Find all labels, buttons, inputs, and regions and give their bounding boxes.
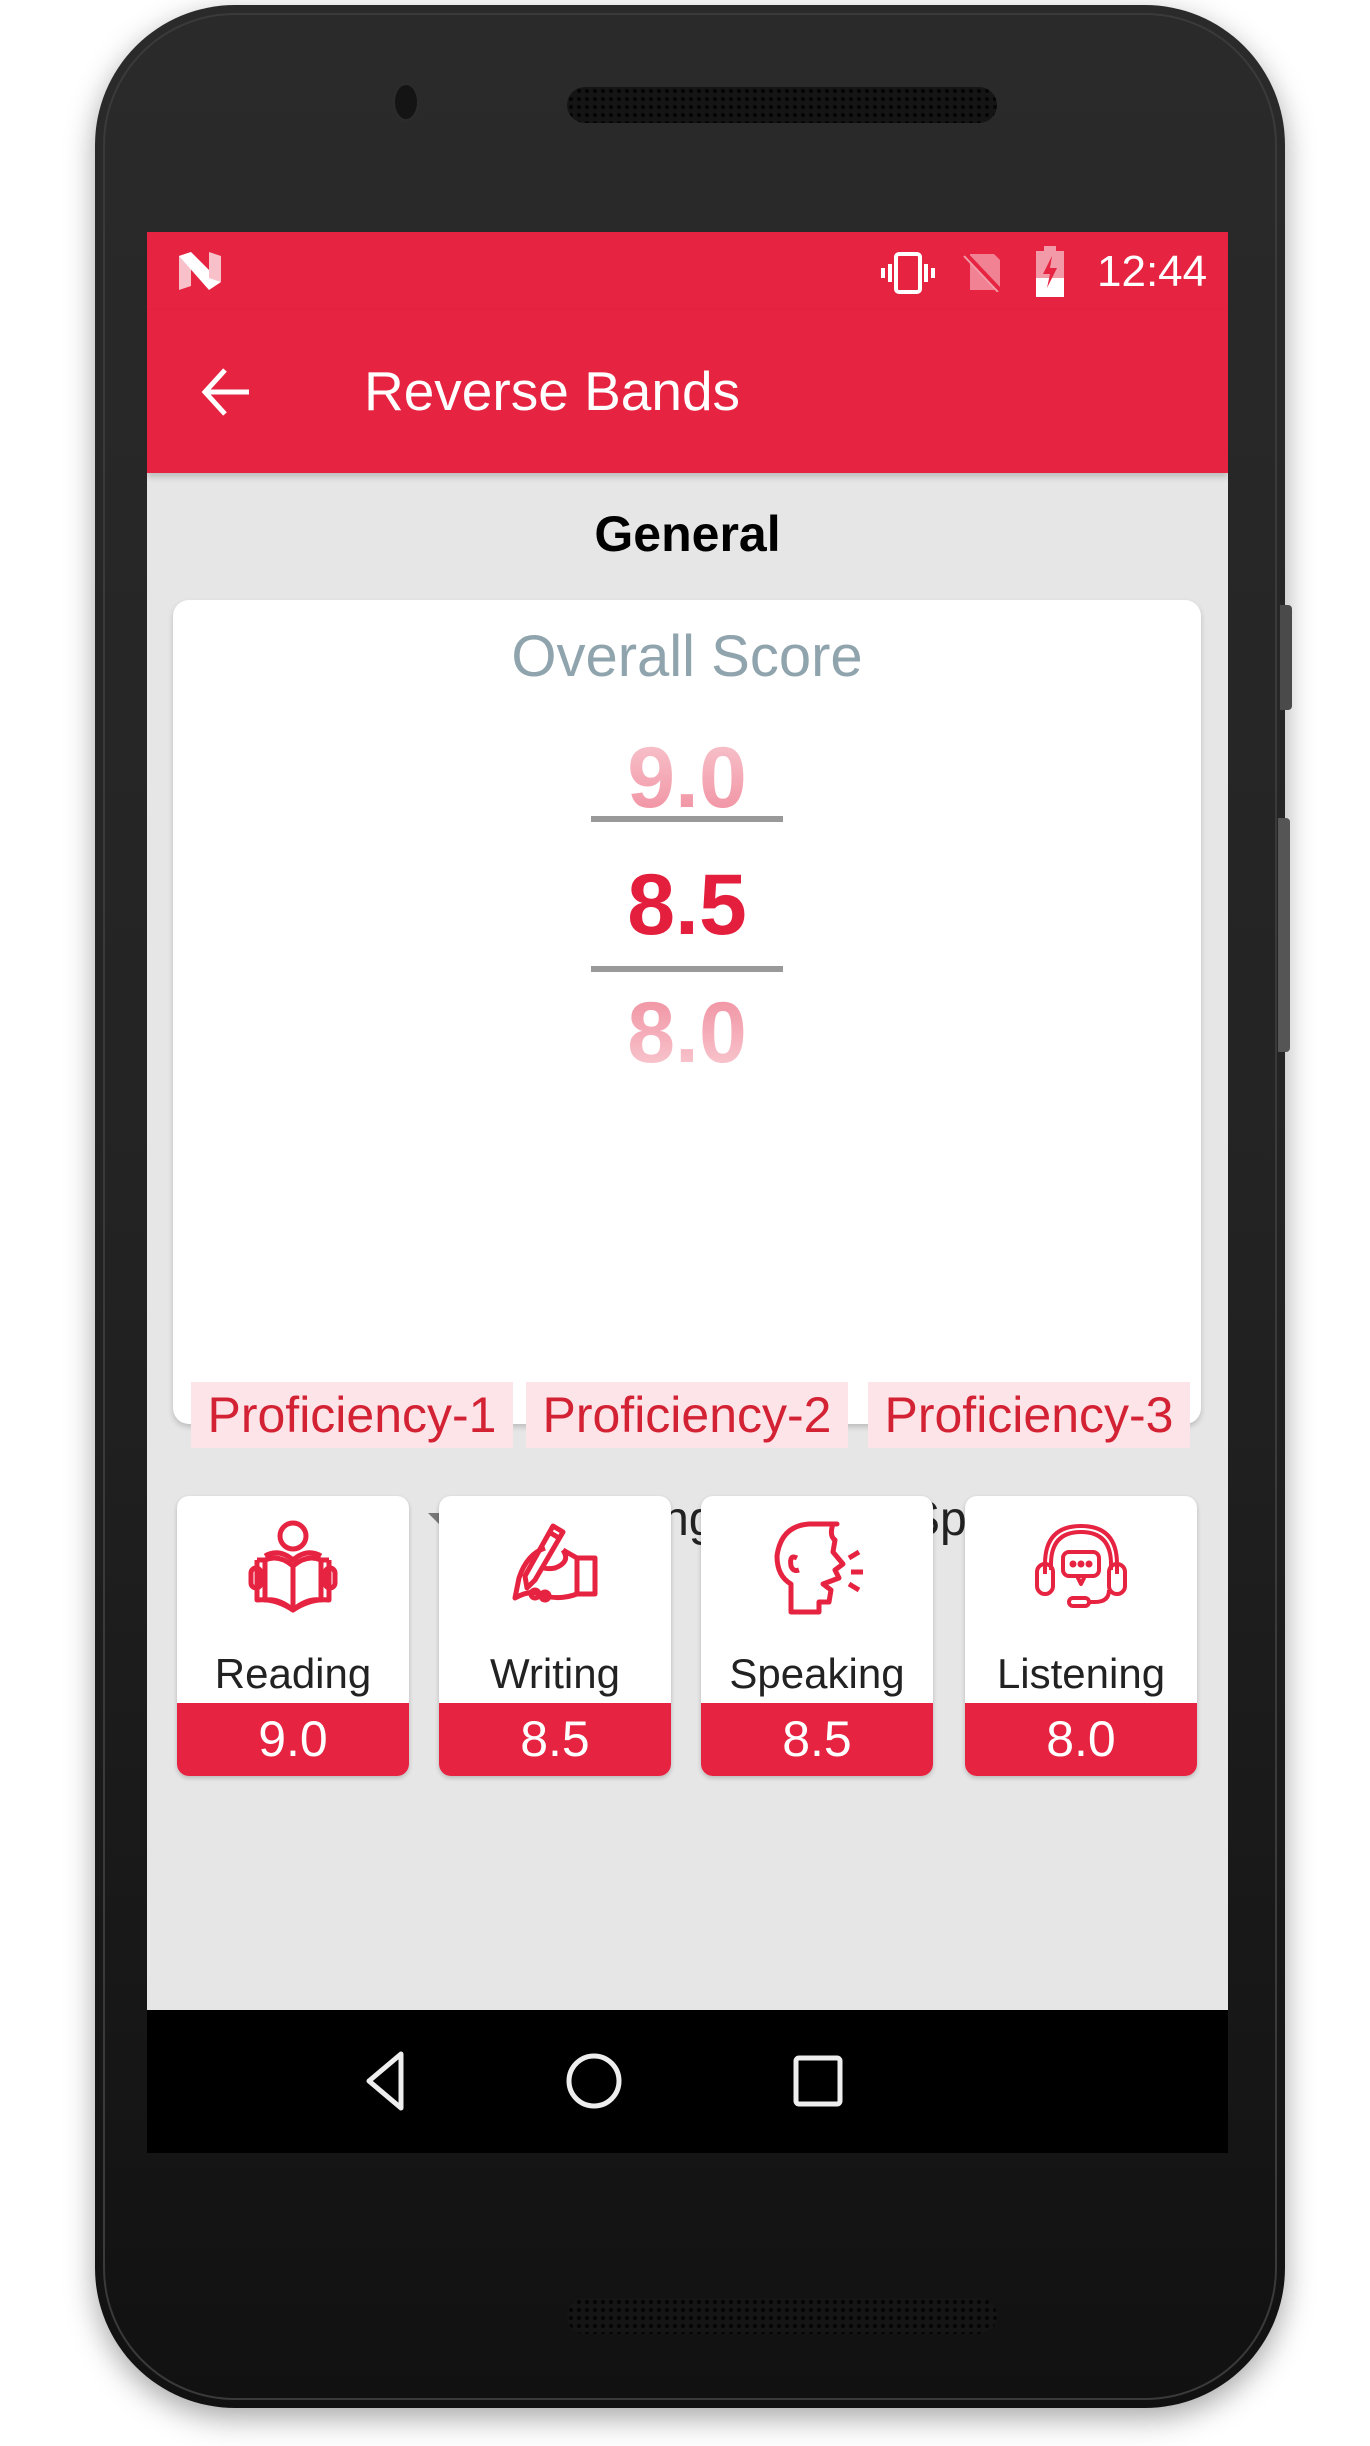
front-camera	[395, 85, 417, 119]
picker-divider-top	[591, 816, 783, 822]
android-n-icon	[179, 252, 221, 290]
nav-back-icon[interactable]	[355, 2048, 425, 2114]
nav-home-icon[interactable]	[559, 2048, 629, 2114]
section-title: General	[594, 506, 781, 562]
vibrate-icon	[881, 252, 935, 294]
app-bar: Reverse Bands	[147, 310, 1228, 473]
proficiency-1-label: Proficiency-1	[191, 1382, 513, 1448]
score-picker-next[interactable]: 8.0	[173, 983, 1201, 1083]
app-title: Reverse Bands	[364, 360, 741, 422]
skill-score: 8.0	[965, 1703, 1197, 1776]
speaking-icon	[774, 1521, 863, 1615]
top-speaker	[567, 87, 997, 123]
overall-score-title: Overall Score	[511, 624, 863, 689]
back-arrow-icon[interactable]	[195, 360, 259, 424]
screen: 12:44 Reverse Bands General Overall Scor…	[147, 232, 1228, 2153]
skill-score: 8.5	[701, 1703, 933, 1776]
bottom-speaker	[567, 2298, 997, 2334]
power-button[interactable]	[1280, 605, 1292, 710]
score-picker-selected[interactable]: 8.5	[173, 855, 1201, 955]
skill-name: Reading	[214, 1650, 372, 1697]
skill-score: 9.0	[177, 1703, 409, 1776]
skill-name: Writing	[490, 1650, 620, 1697]
nav-recents-icon[interactable]	[783, 2048, 853, 2114]
status-clock: 12:44	[1097, 247, 1208, 296]
picker-divider-bottom	[591, 966, 783, 972]
skill-tile-listening[interactable]: Listening 8.0	[965, 1496, 1197, 1776]
status-bar: 12:44	[147, 232, 1228, 310]
skill-name: Listening	[996, 1650, 1166, 1697]
writing-icon	[512, 1523, 598, 1603]
skill-tile-speaking[interactable]: Speaking 8.5	[701, 1496, 933, 1776]
listening-icon	[1035, 1524, 1127, 1608]
battery-charging-icon	[1036, 246, 1064, 297]
no-sim-icon	[963, 252, 1004, 292]
proficiency-3-label: Proficiency-3	[868, 1382, 1190, 1448]
proficiency-2-label: Proficiency-2	[526, 1382, 848, 1448]
reading-icon	[248, 1520, 338, 1613]
score-picker-previous[interactable]: 9.0	[173, 728, 1201, 828]
volume-rocker[interactable]	[1278, 818, 1290, 1052]
skill-tile-reading[interactable]: Reading 9.0	[177, 1496, 409, 1776]
skill-tile-writing[interactable]: Writing 8.5	[439, 1496, 671, 1776]
skill-name: Speaking	[729, 1650, 905, 1697]
system-nav-bar	[147, 2010, 1228, 2153]
skill-score: 8.5	[439, 1703, 671, 1776]
overall-score-card: Overall Score 9.0 8.5 8.0 Proficiency-1 …	[173, 600, 1201, 1546]
